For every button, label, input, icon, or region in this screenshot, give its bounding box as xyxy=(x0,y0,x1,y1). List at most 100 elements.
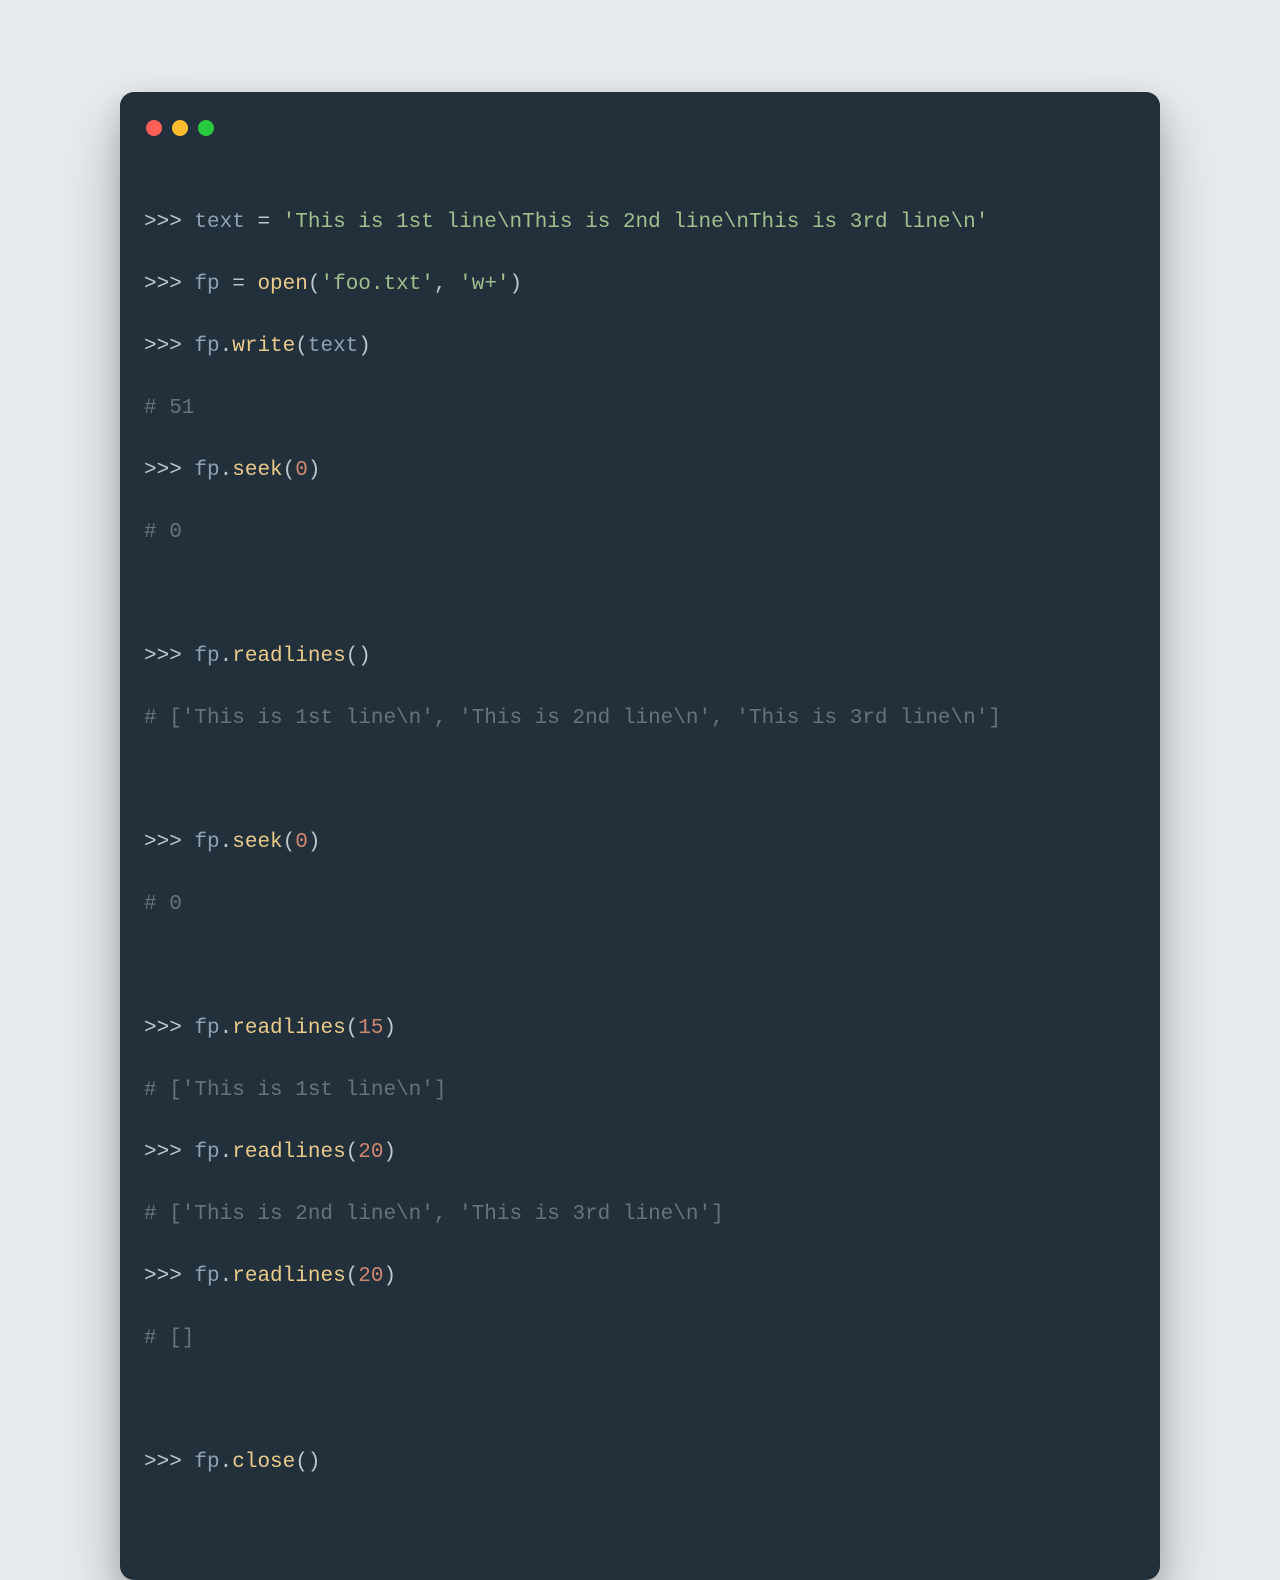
terminal-window: >>> text = 'This is 1st line\nThis is 2n… xyxy=(120,92,1160,1580)
paren-open: ( xyxy=(295,335,308,358)
dot-operator: . xyxy=(220,831,233,854)
dot-operator: . xyxy=(220,1451,233,1474)
code-line: # [] xyxy=(144,1323,1136,1354)
code-line: >>> fp.readlines(20) xyxy=(144,1261,1136,1292)
variable-fp: fp xyxy=(194,1141,219,1164)
code-line: >>> fp.readlines() xyxy=(144,641,1136,672)
function-readlines: readlines xyxy=(232,1017,345,1040)
blank-line xyxy=(144,579,1136,610)
code-line: # 51 xyxy=(144,393,1136,424)
code-line: >>> fp = open('foo.txt', 'w+') xyxy=(144,269,1136,300)
variable-fp: fp xyxy=(194,1265,219,1288)
prompt-chars: >>> xyxy=(144,1017,194,1040)
paren-open: ( xyxy=(283,459,296,482)
comment-output: # ['This is 1st line\n'] xyxy=(144,1079,446,1102)
dot-operator: . xyxy=(220,1141,233,1164)
prompt-chars: >>> xyxy=(144,335,194,358)
paren-open: ( xyxy=(346,1017,359,1040)
paren-close: ) xyxy=(358,335,371,358)
function-readlines: readlines xyxy=(232,1141,345,1164)
comment-output: # [] xyxy=(144,1327,194,1350)
number-literal: 20 xyxy=(358,1265,383,1288)
code-line: # ['This is 1st line\n'] xyxy=(144,1075,1136,1106)
code-line: >>> fp.seek(0) xyxy=(144,827,1136,858)
operator-assign: = xyxy=(220,273,258,296)
paren-open: ( xyxy=(346,645,359,668)
blank-line xyxy=(144,951,1136,982)
paren-open: ( xyxy=(308,273,321,296)
code-line: # ['This is 1st line\n', 'This is 2nd li… xyxy=(144,703,1136,734)
paren-open: ( xyxy=(346,1265,359,1288)
dot-operator: . xyxy=(220,645,233,668)
function-write: write xyxy=(232,335,295,358)
comment-output: # 0 xyxy=(144,893,182,916)
code-line: >>> fp.seek(0) xyxy=(144,455,1136,486)
comment-output: # ['This is 1st line\n', 'This is 2nd li… xyxy=(144,707,1001,730)
prompt-chars: >>> xyxy=(144,645,194,668)
maximize-icon[interactable] xyxy=(198,120,214,136)
comment-output: # ['This is 2nd line\n', 'This is 3rd li… xyxy=(144,1203,724,1226)
dot-operator: . xyxy=(220,459,233,482)
function-close: close xyxy=(232,1451,295,1474)
dot-operator: . xyxy=(220,1265,233,1288)
code-line: # ['This is 2nd line\n', 'This is 3rd li… xyxy=(144,1199,1136,1230)
code-line: >>> fp.write(text) xyxy=(144,331,1136,362)
code-line: >>> fp.readlines(20) xyxy=(144,1137,1136,1168)
paren-close: ) xyxy=(308,831,321,854)
prompt-chars: >>> xyxy=(144,1141,194,1164)
number-literal: 0 xyxy=(295,831,308,854)
code-line: # 0 xyxy=(144,889,1136,920)
paren-open: ( xyxy=(283,831,296,854)
paren-open: ( xyxy=(346,1141,359,1164)
string-literal: 'w+' xyxy=(459,273,509,296)
blank-line xyxy=(144,1385,1136,1416)
number-literal: 0 xyxy=(295,459,308,482)
variable-fp: fp xyxy=(194,1451,219,1474)
prompt-chars: >>> xyxy=(144,1265,194,1288)
function-readlines: readlines xyxy=(232,645,345,668)
number-literal: 20 xyxy=(358,1141,383,1164)
code-line: >>> fp.close() xyxy=(144,1447,1136,1478)
variable-fp: fp xyxy=(194,273,219,296)
variable-fp: fp xyxy=(194,1017,219,1040)
code-line: >>> text = 'This is 1st line\nThis is 2n… xyxy=(144,207,1136,238)
paren-close: ) xyxy=(308,459,321,482)
variable-text: text xyxy=(308,335,358,358)
dot-operator: . xyxy=(220,1017,233,1040)
code-line: # 0 xyxy=(144,517,1136,548)
paren-close: ) xyxy=(358,645,371,668)
blank-line xyxy=(144,765,1136,796)
prompt-chars: >>> xyxy=(144,831,194,854)
close-icon[interactable] xyxy=(146,120,162,136)
prompt-chars: >>> xyxy=(144,211,194,234)
number-literal: 15 xyxy=(358,1017,383,1040)
operator-assign: = xyxy=(245,211,283,234)
prompt-chars: >>> xyxy=(144,273,194,296)
paren-close: ) xyxy=(384,1141,397,1164)
prompt-chars: >>> xyxy=(144,1451,194,1474)
function-open: open xyxy=(257,273,307,296)
paren-close: ) xyxy=(510,273,523,296)
variable-fp: fp xyxy=(194,645,219,668)
code-line: >>> fp.readlines(15) xyxy=(144,1013,1136,1044)
paren-close: ) xyxy=(384,1017,397,1040)
function-readlines: readlines xyxy=(232,1265,345,1288)
variable-fp: fp xyxy=(194,831,219,854)
paren-close: ) xyxy=(384,1265,397,1288)
dot-operator: . xyxy=(220,335,233,358)
minimize-icon[interactable] xyxy=(172,120,188,136)
variable-fp: fp xyxy=(194,459,219,482)
function-seek: seek xyxy=(232,459,282,482)
comma: , xyxy=(434,273,459,296)
string-literal: 'foo.txt' xyxy=(320,273,433,296)
paren-close: ) xyxy=(308,1451,321,1474)
variable-fp: fp xyxy=(194,335,219,358)
titlebar xyxy=(144,120,1136,136)
code-block: >>> text = 'This is 1st line\nThis is 2n… xyxy=(144,176,1136,1540)
string-literal: 'This is 1st line\nThis is 2nd line\nThi… xyxy=(283,211,989,234)
comment-output: # 0 xyxy=(144,521,182,544)
function-seek: seek xyxy=(232,831,282,854)
prompt-chars: >>> xyxy=(144,459,194,482)
variable-text: text xyxy=(194,211,244,234)
comment-output: # 51 xyxy=(144,397,194,420)
